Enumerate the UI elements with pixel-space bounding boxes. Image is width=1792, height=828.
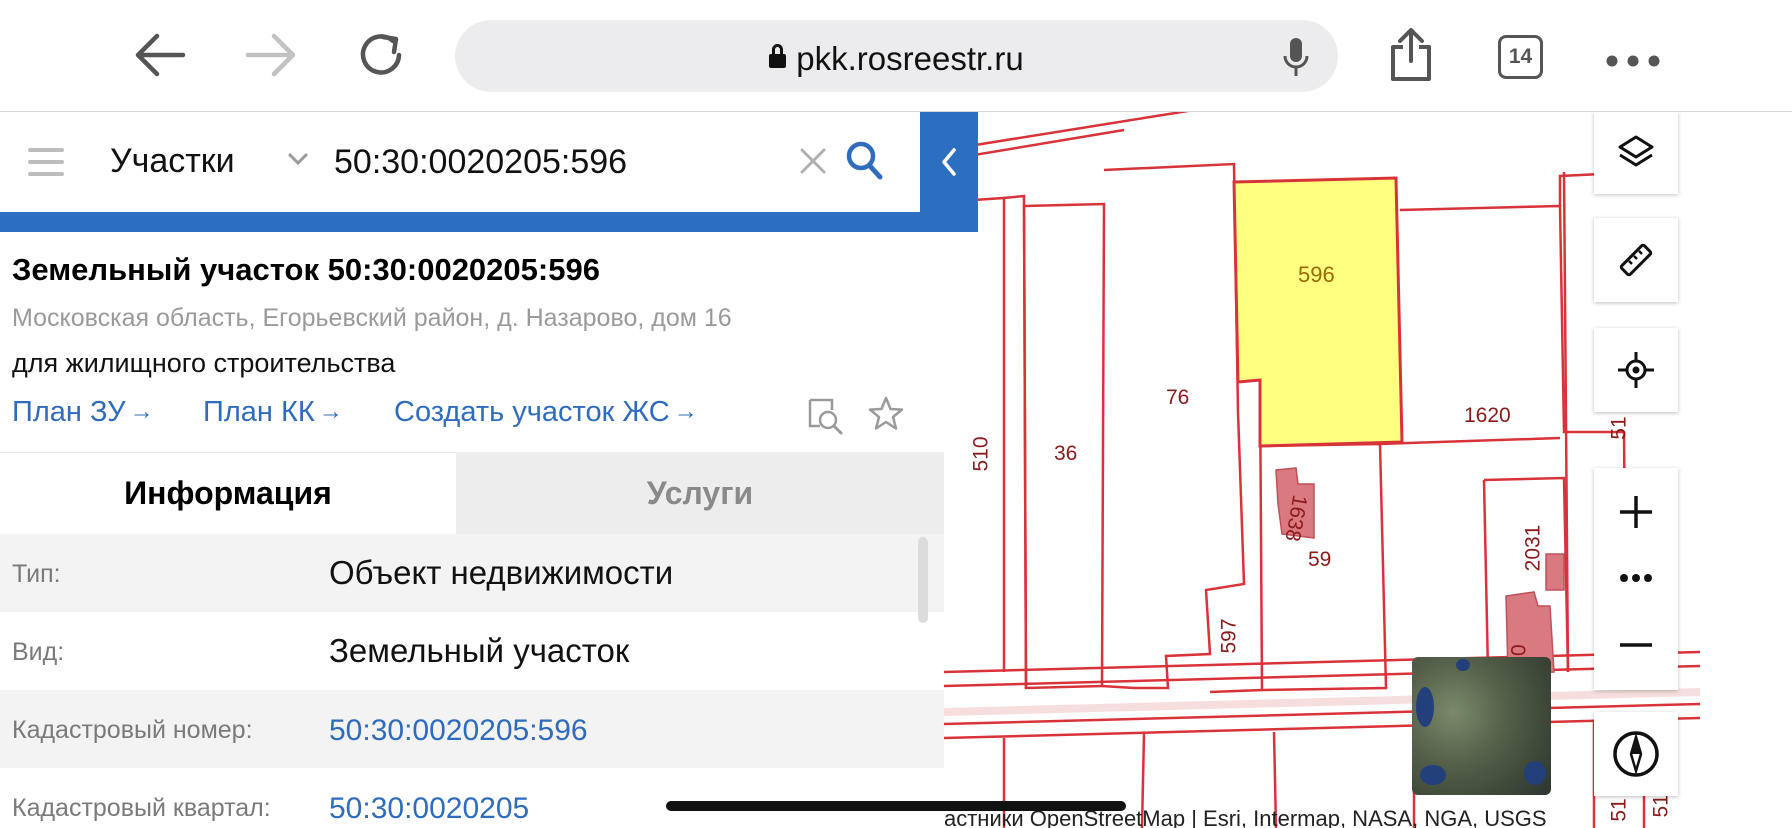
- panel-scrollbar[interactable]: [918, 537, 928, 623]
- info-row-kind: Вид: Земельный участок: [0, 612, 944, 690]
- tab-info[interactable]: Информация: [0, 452, 456, 534]
- menu-icon[interactable]: [28, 148, 64, 176]
- microphone-icon[interactable]: [1281, 36, 1311, 78]
- screen: 596 76 36 510 1620 1638 59 597 2031 20 5…: [0, 0, 1792, 828]
- info-row-cadastral-number: Кадастровый номер: 50:30:0020205:596: [0, 690, 944, 768]
- star-icon[interactable]: [866, 394, 906, 434]
- measure-button[interactable]: [1594, 218, 1678, 302]
- info-key: Кадастровый номер:: [12, 716, 253, 744]
- map-label-51-bottom: 51: [1607, 798, 1631, 822]
- layers-button[interactable]: [1594, 112, 1678, 194]
- compass-button[interactable]: [1594, 712, 1678, 796]
- panel-tabs: Информация Услуги: [0, 452, 944, 534]
- info-row-cadastral-quarter: Кадастровый квартал: 50:30:0020205: [0, 768, 944, 828]
- document-search-icon[interactable]: [806, 396, 846, 436]
- layers-icon: [1618, 135, 1654, 167]
- parcel-info-panel: Земельный участок 50:30:0020205:596 Моск…: [0, 232, 944, 828]
- plan-zu-link[interactable]: План ЗУ →: [12, 396, 154, 429]
- zoom-more-button[interactable]: [1594, 556, 1678, 600]
- satellite-layer-thumbnail[interactable]: [1412, 657, 1551, 795]
- arrow-right-icon: →: [318, 398, 343, 425]
- search-category[interactable]: Участки: [110, 142, 235, 181]
- cadastral-number-link[interactable]: 50:30:0020205:596: [329, 714, 588, 748]
- clear-icon[interactable]: [796, 144, 830, 178]
- parcel-map[interactable]: [944, 112, 1700, 828]
- map-label-51-top: 51: [1607, 416, 1631, 440]
- map-label-36: 36: [1054, 442, 1078, 465]
- parcel-title: Земельный участок 50:30:0020205:596: [12, 252, 600, 287]
- reload-icon: [360, 34, 402, 75]
- forward-button[interactable]: [236, 22, 306, 88]
- info-value: Земельный участок: [329, 632, 630, 669]
- map-label-76: 76: [1166, 386, 1190, 409]
- parcel-purpose: для жилищного строительства: [12, 348, 396, 378]
- selected-parcel: [1232, 176, 1404, 448]
- info-value: Объект недвижимости: [329, 554, 674, 591]
- arrow-right-icon: →: [673, 398, 698, 425]
- info-row-type: Тип: Объект недвижимости: [0, 534, 944, 612]
- search-bar: Участки: [0, 112, 920, 212]
- minus-icon: [1620, 643, 1652, 647]
- map-label-510: 510: [969, 436, 993, 472]
- share-icon: [1391, 28, 1431, 81]
- zoom-out-button[interactable]: [1594, 600, 1678, 690]
- parcel-address: Московская область, Егорьевский район, д…: [12, 304, 732, 332]
- locate-button[interactable]: [1594, 328, 1678, 412]
- home-indicator[interactable]: [666, 801, 1126, 811]
- browser-toolbar: pkk.rosreestr.ru 14: [0, 0, 1792, 112]
- tabs-button[interactable]: 14: [1498, 35, 1543, 79]
- map-label-2031: 2031: [1521, 524, 1545, 572]
- create-parcel-link[interactable]: Создать участок ЖС →: [394, 396, 698, 429]
- map-right-margin: [1700, 112, 1792, 828]
- map-label-1620: 1620: [1464, 404, 1511, 427]
- arrow-right-icon: [245, 33, 296, 77]
- chevron-down-icon[interactable]: [285, 146, 311, 172]
- info-key: Кадастровый квартал:: [12, 794, 271, 822]
- zoom-in-button[interactable]: [1594, 468, 1678, 556]
- more-icon[interactable]: [1605, 40, 1661, 70]
- back-button[interactable]: [125, 22, 195, 88]
- lock-icon: [769, 44, 787, 68]
- search-icon[interactable]: [844, 139, 884, 183]
- crosshair-icon: [1618, 352, 1654, 388]
- ruler-icon: [1619, 243, 1653, 277]
- map-view[interactable]: 596 76 36 510 1620 1638 59 597 2031 20 5…: [944, 112, 1700, 828]
- search-input[interactable]: [334, 136, 774, 188]
- map-label-597: 597: [1217, 618, 1241, 654]
- arrow-right-icon: →: [129, 398, 154, 425]
- chevron-left-icon: [942, 148, 956, 176]
- arrow-left-icon: [135, 33, 186, 77]
- info-key: Тип:: [12, 560, 61, 588]
- dots-icon: [1620, 574, 1652, 582]
- address-bar[interactable]: pkk.rosreestr.ru: [455, 20, 1338, 92]
- cadastral-quarter-link[interactable]: 50:30:0020205: [329, 792, 529, 826]
- plus-icon: [1620, 496, 1652, 528]
- info-key: Вид:: [12, 638, 65, 666]
- map-label-596: 596: [1298, 262, 1335, 287]
- url-text: pkk.rosreestr.ru: [796, 40, 1024, 77]
- map-label-59: 59: [1308, 548, 1332, 571]
- panel-header-accent: [0, 210, 978, 232]
- zoom-controls: [1594, 468, 1678, 690]
- reload-button[interactable]: [346, 22, 416, 88]
- share-button[interactable]: [1376, 22, 1446, 88]
- compass-icon: [1613, 731, 1659, 777]
- plan-kk-link[interactable]: План КК →: [203, 396, 343, 429]
- tab-services[interactable]: Услуги: [456, 452, 944, 534]
